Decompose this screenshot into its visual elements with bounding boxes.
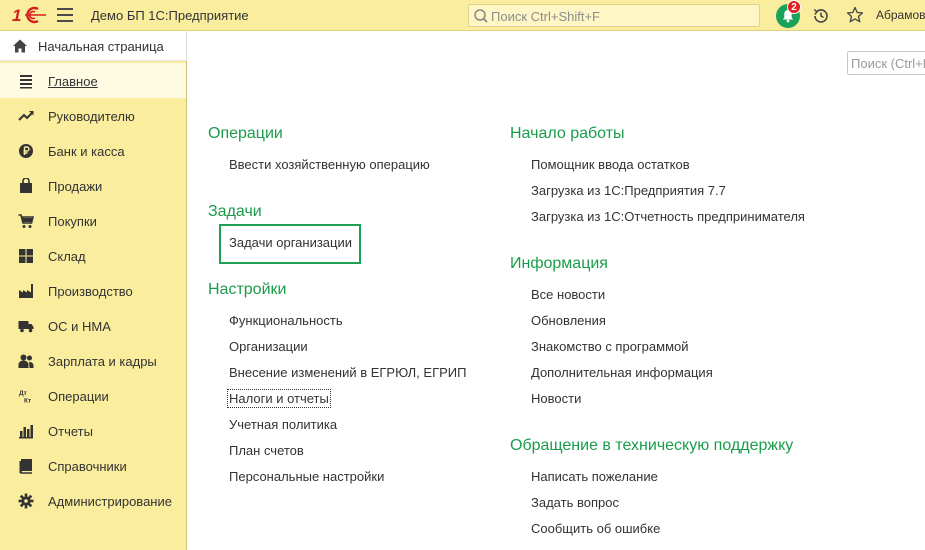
- book-icon: [19, 459, 32, 474]
- sidebar-item-operations[interactable]: Дт Кт Операции: [0, 378, 186, 413]
- sidebar-item-label: Отчеты: [48, 424, 93, 439]
- sidebar-item-production[interactable]: Производство: [0, 273, 186, 308]
- top-bar: 1 Демо БП 1С:Предприятие Поиск Ctrl+Shif…: [0, 0, 925, 31]
- link-organization-tasks[interactable]: Задачи организации: [229, 235, 352, 250]
- section-title-operations: Операции: [208, 125, 283, 142]
- sidebar-item-label: Администрирование: [48, 494, 172, 509]
- sidebar-item-sales[interactable]: Продажи: [0, 168, 186, 203]
- favorites-star-icon[interactable]: [846, 6, 864, 24]
- sidebar-item-salary[interactable]: Зарплата и кадры: [0, 343, 186, 378]
- link-organizations[interactable]: Организации: [229, 339, 308, 354]
- search-icon: [474, 9, 488, 23]
- link-ask-question[interactable]: Задать вопрос: [531, 495, 619, 510]
- sidebar-item-label: Руководителю: [48, 109, 135, 124]
- history-icon[interactable]: [812, 7, 830, 25]
- sidebar-item-purchases[interactable]: Покупки: [0, 203, 186, 238]
- svg-text:1: 1: [12, 6, 21, 24]
- global-search-input[interactable]: Поиск Ctrl+Shift+F: [468, 4, 760, 27]
- home-icon: [13, 39, 27, 53]
- link-program-intro[interactable]: Знакомство с программой: [531, 339, 689, 354]
- link-report-bug[interactable]: Сообщить об ошибке: [531, 521, 660, 536]
- sidebar-item-label: Главное: [48, 74, 98, 89]
- sidebar-item-label: Справочники: [48, 459, 127, 474]
- warehouse-icon: [19, 249, 33, 263]
- link-import-entrepreneur[interactable]: Загрузка из 1С:Отчетность предпринимател…: [531, 209, 805, 224]
- trend-icon: [18, 111, 34, 121]
- notifications-badge: 2: [787, 0, 801, 14]
- 1c-logo-icon[interactable]: 1: [12, 6, 46, 24]
- section-title-information: Информация: [510, 255, 608, 272]
- home-page-tab[interactable]: Начальная страница: [0, 31, 187, 61]
- people-icon: [18, 354, 34, 368]
- sidebar-item-label: Склад: [48, 249, 86, 264]
- link-import-77[interactable]: Загрузка из 1С:Предприятия 7.7: [531, 183, 726, 198]
- sidebar-item-reports[interactable]: Отчеты: [0, 413, 186, 448]
- truck-icon: [18, 321, 34, 333]
- link-accounting-policy[interactable]: Учетная политика: [229, 417, 337, 432]
- sidebar-item-fixed-assets[interactable]: ОС и НМА: [0, 308, 186, 343]
- link-egrul-changes[interactable]: Внесение изменений в ЕГРЮЛ, ЕГРИП: [229, 365, 466, 380]
- link-updates[interactable]: Обновления: [531, 313, 606, 328]
- gear-icon: [18, 493, 34, 509]
- link-balances-wizard[interactable]: Помощник ввода остатков: [531, 157, 690, 172]
- content-search-input[interactable]: Поиск (Ctrl+F): [847, 51, 925, 75]
- sidebar-item-label: Операции: [48, 389, 109, 404]
- link-enter-operation[interactable]: Ввести хозяйственную операцию: [229, 157, 430, 172]
- cart-icon: [18, 214, 34, 228]
- link-news[interactable]: Новости: [531, 391, 581, 406]
- sidebar-item-label: Продажи: [48, 179, 103, 194]
- menu-hamburger-icon[interactable]: [57, 8, 73, 22]
- link-functionality[interactable]: Функциональность: [229, 313, 343, 328]
- sidebar-item-label: ОС и НМА: [48, 319, 111, 334]
- section-title-settings: Настройки: [208, 281, 287, 298]
- factory-icon: [19, 284, 33, 298]
- svg-text:Кт: Кт: [24, 398, 31, 405]
- sidebar-item-main[interactable]: Главное: [0, 63, 186, 98]
- sidebar-item-label: Зарплата и кадры: [48, 354, 157, 369]
- section-title-tasks: Задачи: [208, 203, 262, 220]
- app-title: Демо БП 1С:Предприятие: [91, 8, 249, 23]
- sidebar-item-bank[interactable]: Банк и касса: [0, 133, 186, 168]
- sidebar-item-label: Покупки: [48, 214, 97, 229]
- link-chart-of-accounts[interactable]: План счетов: [229, 443, 304, 458]
- user-name[interactable]: Абрамов: [876, 8, 925, 22]
- link-personal-settings[interactable]: Персональные настройки: [229, 469, 384, 484]
- sidebar-item-manager[interactable]: Руководителю: [0, 98, 186, 133]
- section-title-support: Обращение в техническую поддержку: [510, 437, 794, 454]
- sidebar: Главное Руководителю Банк и касса Продаж…: [0, 61, 187, 550]
- home-page-label: Начальная страница: [38, 39, 164, 54]
- sidebar-item-label: Банк и касса: [48, 144, 125, 159]
- list-icon: [20, 75, 32, 89]
- link-all-news[interactable]: Все новости: [531, 287, 605, 302]
- sidebar-item-warehouse[interactable]: Склад: [0, 238, 186, 273]
- link-additional-info[interactable]: Дополнительная информация: [531, 365, 713, 380]
- sidebar-item-catalogs[interactable]: Справочники: [0, 448, 186, 483]
- dt-kt-icon: Дт Кт: [19, 390, 31, 405]
- section-title-getting-started: Начало работы: [510, 125, 625, 142]
- sidebar-item-label: Производство: [48, 284, 133, 299]
- bar-chart-icon: [19, 425, 33, 439]
- link-taxes-reports[interactable]: Налоги и отчеты: [227, 389, 331, 408]
- global-search-placeholder: Поиск Ctrl+Shift+F: [491, 9, 600, 24]
- content-search-placeholder: Поиск (Ctrl+F): [851, 56, 925, 71]
- svg-text:Дт: Дт: [19, 390, 27, 397]
- bag-icon: [20, 178, 32, 193]
- link-write-wish[interactable]: Написать пожелание: [531, 469, 658, 484]
- sidebar-item-admin[interactable]: Администрирование: [0, 483, 186, 518]
- ruble-icon: [19, 144, 33, 158]
